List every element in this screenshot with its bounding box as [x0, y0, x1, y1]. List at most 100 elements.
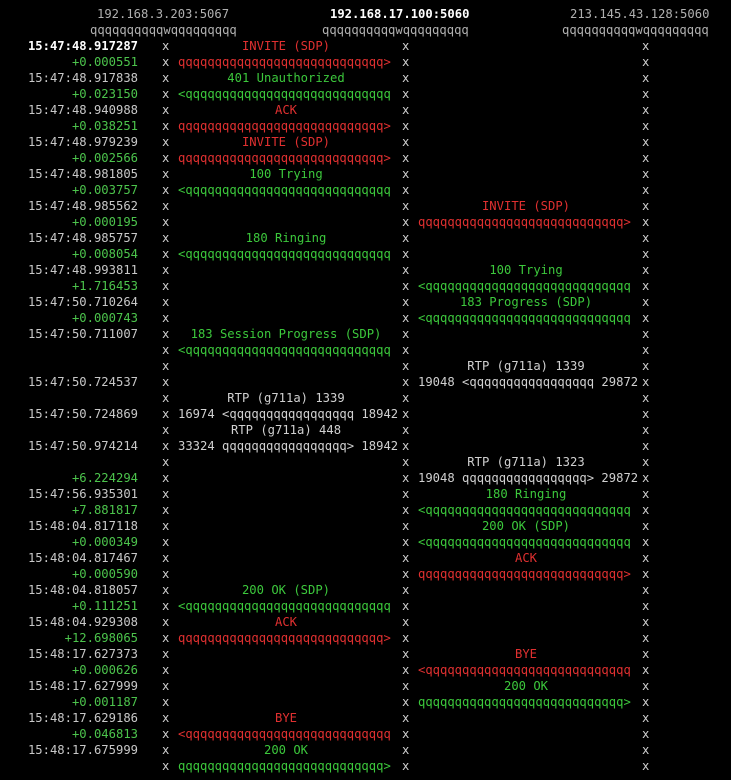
flow-row: 15:47:48.985757 x x x 180 Ringing	[0, 230, 731, 246]
lifeline-marker: x	[642, 519, 650, 533]
lifeline-marker: x	[162, 647, 170, 661]
lifeline-marker: x	[642, 583, 650, 597]
lifeline-marker: x	[642, 71, 650, 85]
lifeline-marker: x	[402, 583, 410, 597]
host-label: 192.168.17.100:5060	[330, 7, 470, 21]
message-label: 100 Trying	[489, 263, 563, 277]
lifeline-marker: x	[402, 327, 410, 341]
flow-row: +0.008054 x x x <qqqqqqqqqqqqqqqqqqqqqqqqqqq…	[0, 246, 731, 262]
lifeline-marker: x	[402, 295, 410, 309]
lifeline-marker: x	[642, 247, 650, 261]
flow-row: 15:47:48.981805 x x x 100 Trying	[0, 166, 731, 182]
delta-time: +12.698065	[64, 631, 138, 645]
lifeline-marker: x	[402, 135, 410, 149]
timestamp: 15:48:04.818057	[27, 583, 138, 597]
lifeline-marker: x	[162, 615, 170, 629]
message-label: 183 Progress (SDP)	[459, 295, 593, 309]
flow-row: +0.000349 x x x <qqqqqqqqqqqqqqqqqqqqqqqqqqq…	[0, 534, 731, 550]
delta-time: +6.224294	[71, 471, 138, 485]
lifeline-marker: x	[162, 359, 170, 373]
lifeline-marker: x	[162, 199, 170, 213]
flow-row: 15:48:04.818057 x x x 200 OK (SDP)	[0, 582, 731, 598]
lifeline-marker: x	[162, 439, 170, 453]
flow-row: +0.038251 x x x qqqqqqqqqqqqqqqqqqqqqqqqqqqq…	[0, 118, 731, 134]
host-header-row: 192.168.3.203:5067 192.168.17.100:5060 2…	[0, 6, 731, 22]
lifeline-marker: x	[402, 231, 410, 245]
lifeline-marker: x	[402, 39, 410, 53]
lifeline-marker: x	[402, 103, 410, 117]
message-label: ACK	[514, 551, 537, 565]
lifeline-marker: x	[402, 199, 410, 213]
flow-row: +0.000590 x x x qqqqqqqqqqqqqqqqqqqqqqqqqqqq…	[0, 566, 731, 582]
flow-row: 15:47:50.724537 x x x 19048 <qqqqqqqqqqqqqqq…	[0, 374, 731, 390]
lifeline-marker: x	[642, 727, 650, 741]
message-label: RTP (g711a) 1339	[467, 359, 585, 373]
lifeline-marker: x	[642, 167, 650, 181]
timestamp: 15:47:50.710264	[27, 295, 138, 309]
timestamp: 15:47:48.981805	[27, 167, 138, 181]
lifeline-marker: x	[162, 679, 170, 693]
message-label: 183 Session Progress (SDP)	[190, 327, 382, 341]
delta-time: +7.881817	[71, 503, 138, 517]
flow-row: 15:47:48.985562 x x x INVITE (SDP)	[0, 198, 731, 214]
delta-time: +0.003757	[71, 183, 138, 197]
lifeline-marker: x	[642, 551, 650, 565]
lifeline-marker: x	[162, 183, 170, 197]
message-label: 180 Ringing	[245, 231, 327, 245]
host-bar: qqqqqqqqqqwqqqqqqqqq	[90, 23, 237, 37]
lifeline-marker: x	[162, 231, 170, 245]
lifeline-marker: x	[162, 663, 170, 677]
flow-row: 15:47:48.979239 x x x INVITE (SDP)	[0, 134, 731, 150]
delta-time: +0.046813	[71, 727, 138, 741]
lifeline-marker: x	[402, 263, 410, 277]
lifeline-marker: x	[642, 39, 650, 53]
flow-row: +0.000551 x x x qqqqqqqqqqqqqqqqqqqqqqqqqqqq…	[0, 54, 731, 70]
flow-row: 15:47:48.993811 x x x 100 Trying	[0, 262, 731, 278]
lifeline-marker: x	[162, 631, 170, 645]
message-arrow: qqqqqqqqqqqqqqqqqqqqqqqqqqqq>	[178, 151, 391, 165]
lifeline-marker: x	[402, 679, 410, 693]
delta-time: +0.008054	[71, 247, 138, 261]
message-arrow: 33324 qqqqqqqqqqqqqqqqq> 18942	[178, 439, 399, 453]
lifeline-marker: x	[162, 135, 170, 149]
message-label: BYE	[514, 647, 537, 661]
lifeline-marker: x	[642, 135, 650, 149]
lifeline-marker: x	[162, 343, 170, 357]
message-arrow: <qqqqqqqqqqqqqqqqqqqqqqqqqqqq	[178, 247, 391, 261]
lifeline-marker: x	[402, 599, 410, 613]
lifeline-marker: x	[642, 535, 650, 549]
lifeline-marker: x	[402, 519, 410, 533]
timestamp: 15:47:48.917287	[27, 39, 138, 53]
host-bar-row: qqqqqqqqqqwqqqqqqqqq qqqqqqqqqqwqqqqqqqq…	[0, 22, 731, 38]
flow-row: +7.881817 x x x <qqqqqqqqqqqqqqqqqqqqqqqqqqq…	[0, 502, 731, 518]
message-label: 180 Ringing	[485, 487, 567, 501]
message-label: RTP (g711a) 1339	[227, 391, 345, 405]
lifeline-marker: x	[642, 231, 650, 245]
lifeline-marker: x	[402, 743, 410, 757]
flow-row: 15:48:17.675999 x x x 200 OK	[0, 742, 731, 758]
message-arrow: <qqqqqqqqqqqqqqqqqqqqqqqqqqqq	[418, 503, 631, 517]
lifeline-marker: x	[162, 151, 170, 165]
lifeline-marker: x	[642, 599, 650, 613]
message-label: BYE	[274, 711, 297, 725]
lifeline-marker: x	[402, 727, 410, 741]
delta-time: +0.038251	[71, 119, 138, 133]
lifeline-marker: x	[162, 103, 170, 117]
lifeline-marker: x	[642, 647, 650, 661]
lifeline-marker: x	[642, 407, 650, 421]
message-arrow: 19048 qqqqqqqqqqqqqqqqq> 29872	[418, 471, 639, 485]
lifeline-marker: x	[162, 455, 170, 469]
flow-row: +0.001187 x x x qqqqqqqqqqqqqqqqqqqqqqqqqqqq…	[0, 694, 731, 710]
lifeline-marker: x	[162, 423, 170, 437]
lifeline-marker: x	[162, 551, 170, 565]
lifeline-marker: x	[402, 503, 410, 517]
flow-row: +0.000195 x x x qqqqqqqqqqqqqqqqqqqqqqqqqqqq…	[0, 214, 731, 230]
lifeline-marker: x	[402, 311, 410, 325]
flow-row: 15:47:50.974214 x x x 33324 qqqqqqqqqqqqqqqq…	[0, 438, 731, 454]
lifeline-marker: x	[642, 151, 650, 165]
flow-row: 15:47:48.940988 x x x ACK	[0, 102, 731, 118]
message-arrow: <qqqqqqqqqqqqqqqqqqqqqqqqqqqq	[418, 311, 631, 325]
flow-row: 15:47:50.711007 x x x 183 Session Progress (…	[0, 326, 731, 342]
lifeline-marker: x	[162, 503, 170, 517]
flow-row: x x x RTP (g711a) 1339	[0, 358, 731, 374]
